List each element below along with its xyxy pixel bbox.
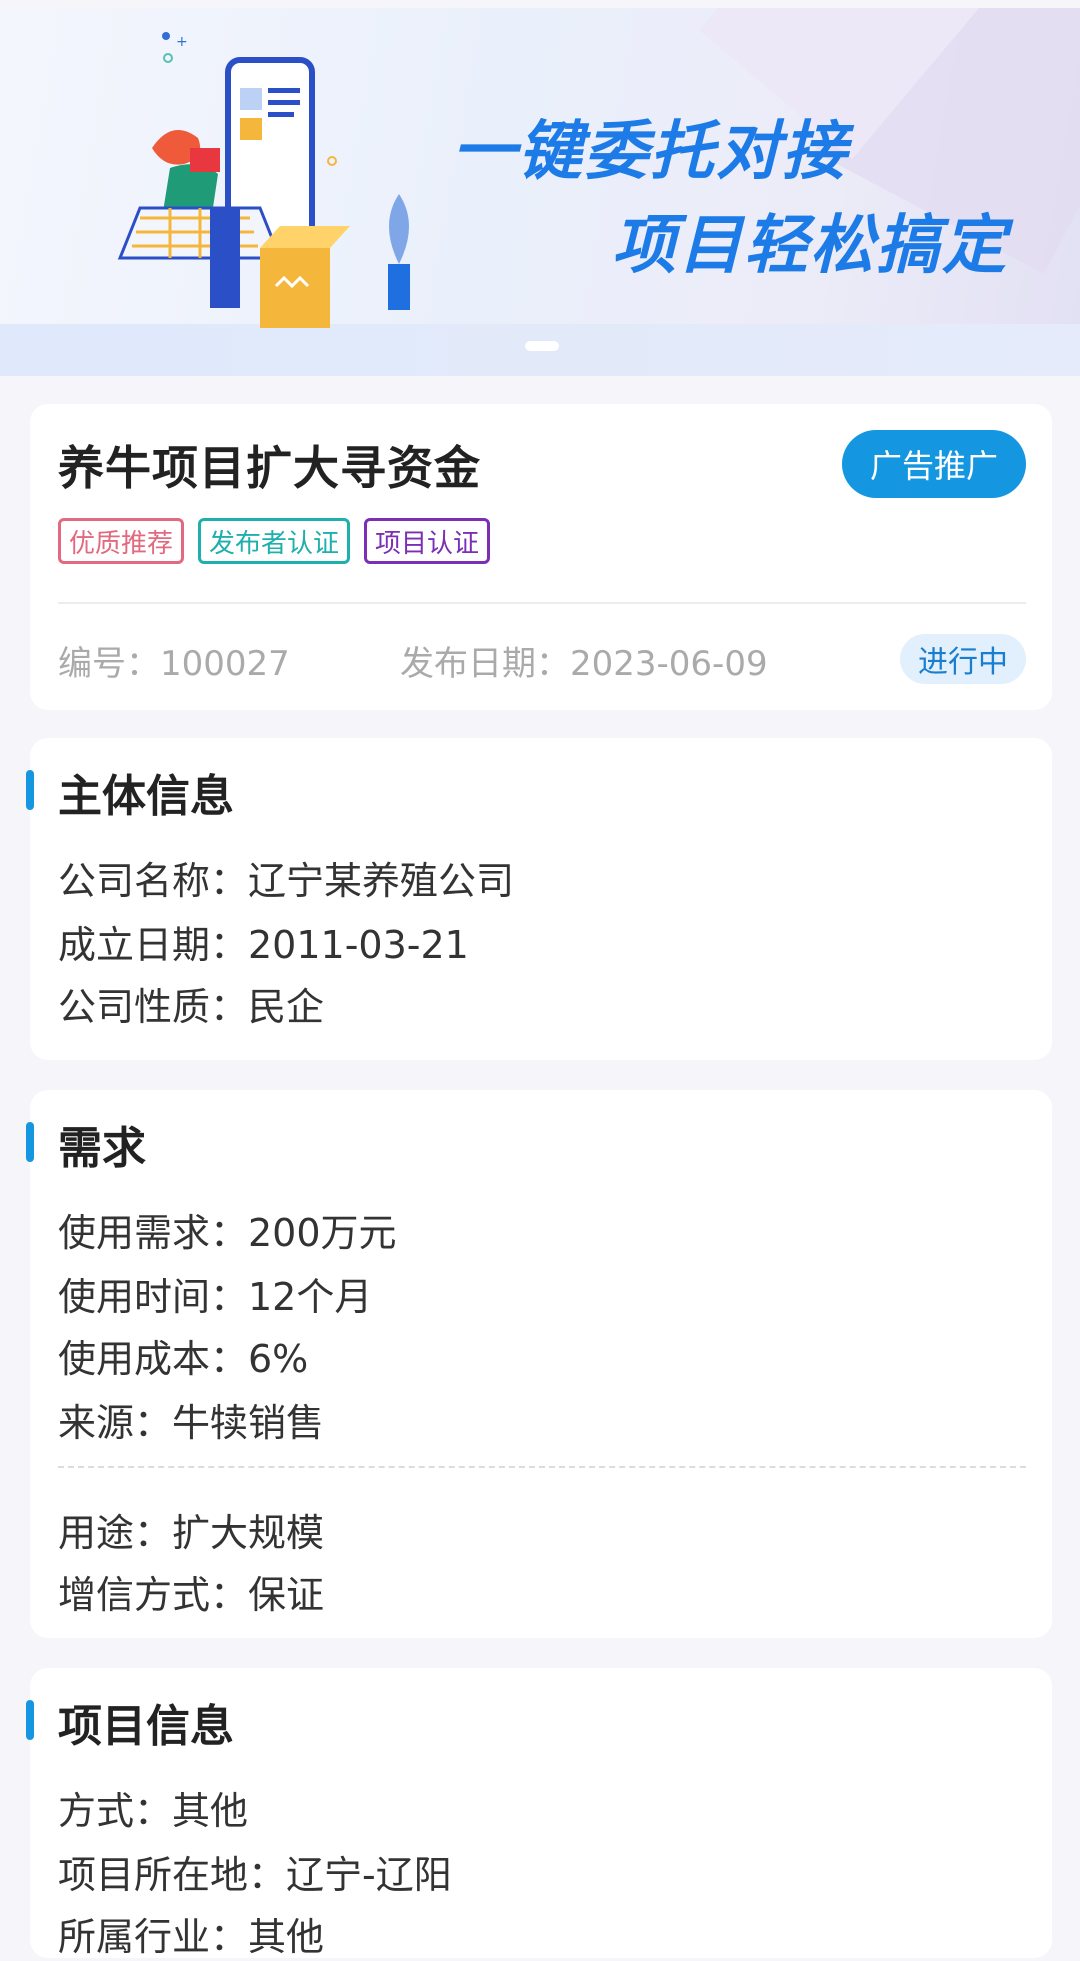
credit-enhancement: 增信方式：保证 bbox=[58, 1573, 325, 1617]
svg-text:+: + bbox=[176, 34, 188, 50]
ad-promotion-button[interactable]: 广告推广 bbox=[842, 430, 1026, 498]
section-title: 需求 bbox=[58, 1123, 146, 1174]
project-id: 编号：100027 bbox=[58, 644, 290, 684]
section-title: 主体信息 bbox=[58, 771, 234, 822]
demand-cost: 使用成本：6% bbox=[58, 1337, 309, 1381]
section-accent-bar bbox=[26, 770, 34, 810]
tag-list: 优质推荐 发布者认证 项目认证 bbox=[58, 518, 491, 564]
dashed-divider bbox=[58, 1466, 1026, 1468]
section-accent-bar bbox=[26, 1122, 34, 1162]
banner-slogan-line2: 项目轻松搞定 bbox=[612, 209, 1008, 283]
tag-quality-recommend: 优质推荐 bbox=[58, 518, 185, 564]
demand-source: 来源：牛犊销售 bbox=[58, 1401, 325, 1445]
demand-purpose: 用途：扩大规模 bbox=[58, 1511, 325, 1555]
demand-amount: 使用需求：200万元 bbox=[58, 1211, 397, 1255]
status-badge: 进行中 bbox=[900, 634, 1026, 684]
banner-slogan-line1: 一键委托对接 bbox=[452, 115, 848, 189]
founded-date: 成立日期：2011-03-21 bbox=[58, 923, 469, 967]
demand-period: 使用时间：12个月 bbox=[58, 1275, 373, 1319]
project-header-card: 养牛项目扩大寻资金 广告推广 优质推荐 发布者认证 项目认证 编号：100027… bbox=[30, 404, 1052, 710]
promo-banner[interactable]: + 一键委托对接 项目轻松搞定 bbox=[0, 8, 1080, 376]
publish-date: 发布日期：2023-06-09 bbox=[400, 644, 768, 684]
carousel-indicator[interactable] bbox=[525, 341, 559, 351]
project-info-card: 项目信息 方式：其他 项目所在地：辽宁-辽阳 所属行业：其他 bbox=[26, 1668, 1052, 1959]
company-type: 公司性质：民企 bbox=[58, 985, 325, 1029]
tag-publisher-verified: 发布者认证 bbox=[198, 518, 351, 564]
section-accent-bar bbox=[26, 1700, 34, 1740]
project-location: 项目所在地：辽宁-辽阳 bbox=[58, 1853, 452, 1897]
tag-project-verified: 项目认证 bbox=[364, 518, 491, 564]
section-title: 项目信息 bbox=[58, 1701, 234, 1752]
divider bbox=[58, 602, 1026, 604]
company-name: 公司名称：辽宁某养殖公司 bbox=[58, 859, 515, 903]
project-industry: 所属行业：其他 bbox=[58, 1915, 325, 1959]
project-title: 养牛项目扩大寻资金 bbox=[58, 441, 481, 495]
project-mode: 方式：其他 bbox=[58, 1789, 249, 1833]
banner-illustration: + bbox=[117, 32, 410, 328]
subject-info-card: 主体信息 公司名称：辽宁某养殖公司 成立日期：2011-03-21 公司性质：民… bbox=[26, 738, 1052, 1060]
demand-card: 需求 使用需求：200万元 使用时间：12个月 使用成本：6% 来源：牛犊销售 … bbox=[26, 1090, 1052, 1638]
